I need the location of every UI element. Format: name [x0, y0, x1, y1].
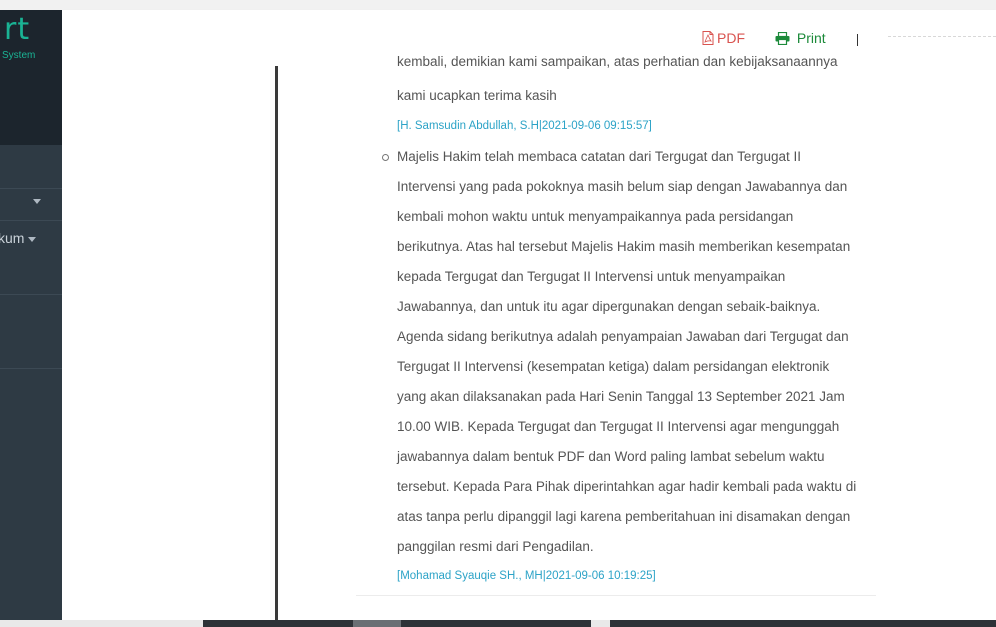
entry-line: 10.00 WIB. Kepada Tergugat dan Tergugat … — [397, 419, 840, 434]
previous-entry-signature: [H. Samsudin Abdullah, S.H|2021-09-06 09… — [397, 120, 652, 132]
pdf-button[interactable]: PDF — [702, 30, 745, 46]
brand-logo[interactable]: rt — [4, 12, 30, 47]
entry-line: Agenda sidang berikutnya adalah penyampa… — [397, 329, 849, 344]
sidebar-item-dropdown-1[interactable] — [0, 190, 62, 220]
sidebar-item-label: kum — [0, 230, 25, 246]
sidebar: rt System kum — [0, 10, 62, 620]
entry-line: panggilan resmi dari Pengadilan. — [397, 539, 594, 554]
chevron-down-icon — [33, 199, 41, 204]
bottom-light-segment — [353, 620, 401, 627]
entry-line: jawabannya dalam bentuk PDF dan Word pal… — [397, 449, 825, 464]
entry-line: Jawabannya, dan untuk itu agar diperguna… — [397, 299, 821, 314]
toolbar-dashed-line — [888, 36, 996, 37]
toolbar-divider — [857, 34, 858, 46]
entry-separator — [356, 595, 876, 596]
main-content: kembali, demikian kami sampaikan, atas p… — [62, 54, 996, 620]
current-entry-signature: [Mohamad Syauqie SH., MH|2021-09-06 10:1… — [397, 570, 656, 582]
bottom-dark-segment — [401, 620, 591, 627]
chevron-down-icon — [28, 236, 37, 242]
entry-line: atas tanpa perlu dipanggil lagi karena p… — [397, 509, 851, 524]
entry-line: berikutnya. Atas hal tersebut Majelis Ha… — [397, 239, 851, 254]
nav-divider — [0, 188, 62, 189]
entry-line: Tergugat II Intervensi (kesempatan ketig… — [397, 359, 830, 374]
nav-divider — [0, 294, 62, 295]
sidebar-item-dropdown-2[interactable]: kum — [0, 224, 62, 254]
pdf-button-label: PDF — [717, 30, 745, 46]
timeline-line — [275, 66, 278, 620]
circle-bullet-icon — [382, 154, 389, 161]
previous-entry-cut-line: kembali, demikian kami sampaikan, atas p… — [397, 54, 838, 69]
nav-divider — [0, 368, 62, 369]
previous-entry-text: kami ucapkan terima kasih — [397, 81, 877, 111]
previous-entry-line: kami ucapkan terima kasih — [397, 88, 557, 103]
entry-line: Intervensi yang pada pokoknya masih belu… — [397, 179, 848, 194]
print-button[interactable]: Print — [775, 30, 826, 46]
entry-line: yang akan dilaksanakan pada Hari Senin T… — [397, 389, 845, 404]
entry-line: kembali mohon waktu untuk menyampaikanny… — [397, 209, 794, 224]
current-entry-text: Majelis Hakim telah membaca catatan dari… — [397, 142, 877, 562]
entry-line: kepada Tergugat dan Tergugat II Interven… — [397, 269, 786, 284]
brand-area: rt System — [0, 10, 62, 145]
print-button-label: Print — [796, 30, 826, 46]
file-pdf-icon — [702, 31, 714, 45]
bottom-dark-segment — [610, 620, 996, 627]
entry-line: Majelis Hakim telah membaca catatan dari… — [397, 149, 801, 164]
printer-icon — [775, 32, 790, 45]
entry-line: tersebut. Kepada Para Pihak diperintahka… — [397, 479, 857, 494]
bottom-dark-segment — [203, 620, 353, 627]
brand-subtitle: System — [2, 50, 36, 61]
nav-divider — [0, 220, 62, 221]
